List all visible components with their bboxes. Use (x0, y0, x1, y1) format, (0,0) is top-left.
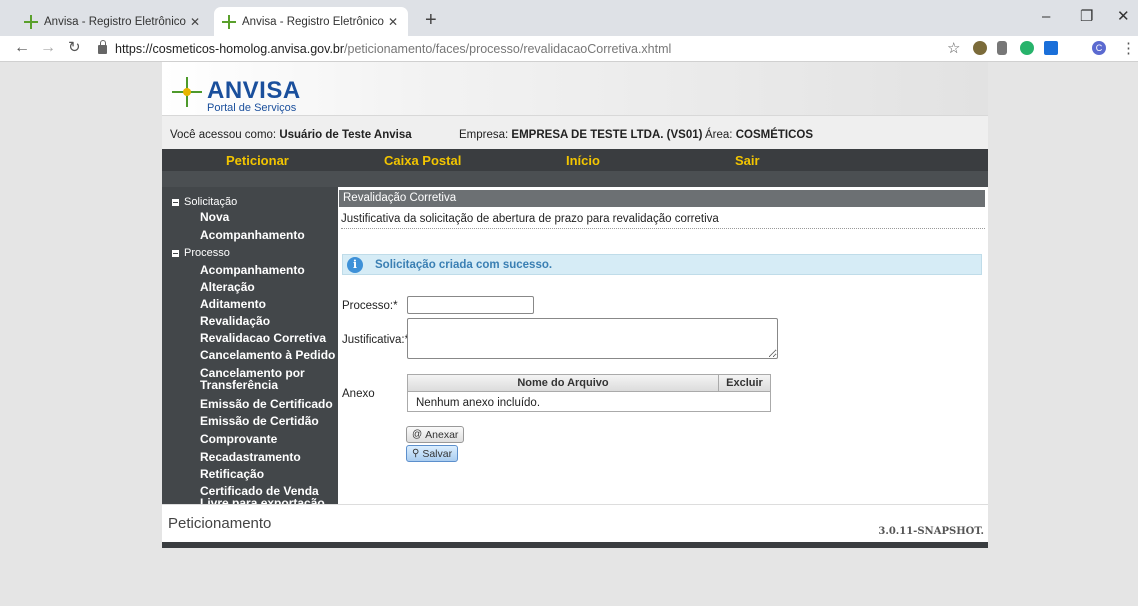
browser-tab-2[interactable]: Anvisa - Registro Eletrônico de C ✕ (214, 7, 408, 36)
company-info: Empresa: EMPRESA DE TESTE LTDA. (VS01) (459, 129, 702, 141)
anexar-label: Anexar (425, 428, 459, 441)
column-header-nome-arquivo[interactable]: Nome do Arquivo (408, 375, 719, 392)
footer-title: Peticionamento (168, 515, 272, 532)
main-content: Revalidação Corretiva Justificativa da s… (338, 187, 988, 504)
lock-icon (98, 40, 107, 54)
area-info: Área: COSMÉTICOS (705, 129, 813, 141)
footer-bar (162, 542, 988, 548)
sidebar-item-certificado-venda[interactable]: Certificado de Venda Livre para exportaç… (200, 485, 336, 504)
collapse-icon (172, 198, 179, 206)
table-empty-message: Nenhum anexo incluído. (416, 397, 541, 409)
company-label: Empresa: (459, 129, 509, 141)
close-window-button[interactable]: ✕ (1117, 8, 1130, 26)
salvar-label: Salvar (422, 447, 453, 460)
tab-close-icon[interactable]: ✕ (188, 15, 202, 29)
user-info-bar: Você acessou como: Usuário de Teste Anvi… (162, 115, 988, 149)
sidebar-item-nova[interactable]: Nova (200, 211, 336, 223)
user-label: Você acessou como: (170, 129, 277, 141)
site-header: ANVISA Portal de Serviços (162, 62, 988, 115)
anvisa-favicon-icon (222, 14, 236, 29)
processo-label: Processo:* (342, 300, 398, 312)
back-arrow-icon[interactable]: ← (14, 39, 30, 57)
version-label: 3.0.11-SNAPSHOT. (878, 526, 984, 537)
extension-icon[interactable] (1044, 41, 1058, 55)
address-bar: ← → ↻ https://cosmeticos-homolog.anvisa.… (0, 36, 1138, 62)
salvar-button[interactable]: ⚲ Salvar (406, 445, 459, 462)
logo-title: ANVISA (207, 77, 301, 104)
info-icon: i (347, 256, 363, 273)
success-message-text: Solicitação criada com sucesso. (375, 258, 553, 271)
extension-icon[interactable] (973, 41, 987, 55)
anvisa-logo-icon (172, 77, 202, 107)
tab-title: Anvisa - Registro Eletrônico de C (242, 15, 386, 28)
justificativa-label: Justificativa:* (342, 334, 410, 346)
collapse-icon (172, 249, 179, 257)
tab-title: Anvisa - Registro Eletrônico de C (44, 15, 188, 28)
sidebar-item-retificacao[interactable]: Retificação (200, 468, 336, 480)
sidebar-item-comprovante[interactable]: Comprovante (200, 433, 336, 445)
browser-tab-1[interactable]: Anvisa - Registro Eletrônico de C ✕ (16, 7, 210, 36)
browser-tab-bar: Anvisa - Registro Eletrônico de C ✕ Anvi… (0, 0, 1138, 36)
save-search-icon: ⚲ (412, 448, 420, 459)
area-name: COSMÉTICOS (735, 129, 814, 141)
anexo-label: Anexo (342, 388, 375, 400)
justificativa-textarea[interactable] (407, 318, 778, 359)
nav-inicio[interactable]: Início (566, 153, 600, 168)
sidebar-group-label: Solicitação (184, 196, 238, 208)
maximize-button[interactable]: ❐ (1080, 8, 1093, 26)
nav-caixa-postal[interactable]: Caixa Postal (384, 153, 461, 168)
paperclip-icon: @ (412, 429, 423, 440)
url-field[interactable]: https://cosmeticos-homolog.anvisa.gov.br… (98, 38, 978, 59)
extension-icon[interactable] (997, 41, 1007, 55)
sidebar-item-revalidacao-corretiva[interactable]: Revalidacao Corretiva (200, 332, 336, 344)
sidebar-item-acompanhamento-solicitacao[interactable]: Acompanhamento (200, 229, 336, 241)
processo-input[interactable] (407, 296, 534, 314)
tab-close-icon[interactable]: ✕ (386, 15, 400, 29)
anexar-button[interactable]: @ Anexar (406, 426, 465, 443)
sidebar-menu: Solicitação Nova Acompanhamento Processo… (162, 187, 338, 504)
url-path: /peticionamento/faces/processo/revalidac… (344, 41, 672, 56)
main-navigation: Peticionar Caixa Postal Início Sair (162, 149, 988, 171)
minimize-button[interactable]: – (1042, 8, 1050, 26)
page-viewport: ANVISA Portal de Serviços Você acessou c… (0, 62, 1138, 606)
sidebar-item-aditamento[interactable]: Aditamento (200, 298, 336, 310)
user-name: Usuário de Teste Anvisa (279, 129, 412, 141)
profile-avatar[interactable]: C (1092, 41, 1106, 55)
sidebar-item-cancelamento-pedido[interactable]: Cancelamento à Pedido (200, 349, 336, 361)
sidebar-group-solicitacao[interactable]: Solicitação (172, 196, 237, 208)
sidebar-group-processo[interactable]: Processo (172, 247, 230, 259)
anvisa-favicon-icon (24, 14, 38, 29)
forward-arrow-icon[interactable]: → (40, 39, 56, 57)
company-name: EMPRESA DE TESTE LTDA. (VS01) (511, 129, 703, 141)
table-header: Nome do Arquivo Excluir (408, 375, 770, 392)
sidebar-item-acompanhamento[interactable]: Acompanhamento (200, 264, 336, 276)
nav-sair[interactable]: Sair (735, 153, 760, 168)
extension-icon[interactable] (1020, 41, 1034, 55)
browser-menu-icon[interactable]: ⋮ (1121, 39, 1136, 57)
new-tab-button[interactable]: + (425, 9, 437, 31)
sidebar-group-label: Processo (184, 247, 230, 259)
user-info: Você acessou como: Usuário de Teste Anvi… (170, 129, 412, 141)
reload-icon[interactable]: ↻ (68, 39, 81, 57)
panel-description: Justificativa da solicitação de abertura… (341, 210, 985, 229)
panel-title: Revalidação Corretiva (339, 190, 985, 207)
site-footer: Peticionamento 3.0.11-SNAPSHOT. (162, 504, 988, 542)
anexo-table: Nome do Arquivo Excluir Nenhum anexo inc… (407, 374, 771, 412)
bookmark-star-icon[interactable]: ☆ (947, 39, 960, 57)
site-container: ANVISA Portal de Serviços Você acessou c… (162, 62, 988, 548)
nav-peticionar[interactable]: Peticionar (226, 153, 289, 168)
area-label: Área: (705, 129, 733, 141)
sub-navigation-bar (162, 171, 988, 187)
sidebar-item-emissao-certidao[interactable]: Emissão de Certidão (200, 415, 336, 427)
sidebar-item-revalidacao[interactable]: Revalidação (200, 315, 336, 327)
success-message: i Solicitação criada com sucesso. (342, 254, 982, 275)
sidebar-item-emissao-certificado[interactable]: Emissão de Certificado (200, 398, 336, 410)
url-host: https://cosmeticos-homolog.anvisa.gov.br (115, 41, 345, 56)
logo-subtitle: Portal de Serviços (207, 102, 297, 114)
sidebar-item-recadastramento[interactable]: Recadastramento (200, 451, 336, 463)
sidebar-item-cancelamento-transferencia[interactable]: Cancelamento por Transferência (200, 367, 310, 391)
column-header-excluir[interactable]: Excluir (719, 375, 770, 392)
sidebar-item-alteracao[interactable]: Alteração (200, 281, 336, 293)
